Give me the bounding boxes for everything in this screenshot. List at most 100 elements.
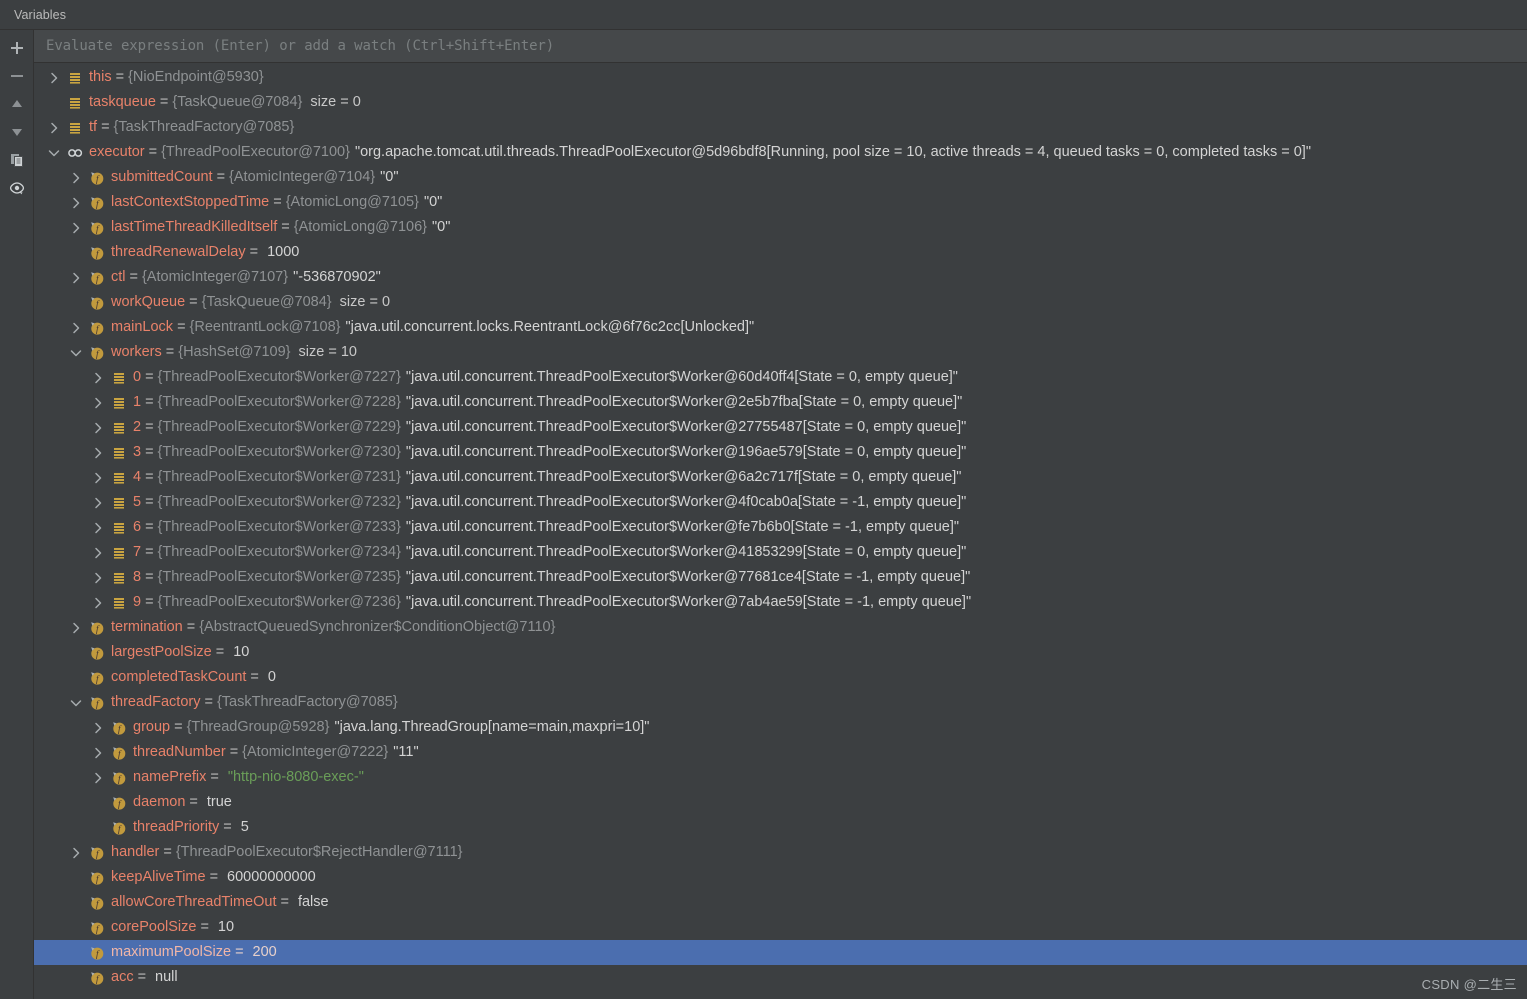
variable-type: {ThreadPoolExecutor$Worker@7236} [157,594,401,610]
equals-sign: = [229,744,239,760]
chevron-right-icon[interactable] [66,620,86,636]
tree-row[interactable]: f daemon = true [34,790,1527,815]
equals-sign: = [145,519,154,535]
local-variable-icon [108,545,130,561]
tree-row[interactable]: f lastContextStoppedTime = {AtomicLong@7105… [34,190,1527,215]
field-icon: f [86,945,108,961]
view-options-button[interactable] [4,175,30,201]
chevron-down-icon[interactable] [66,695,86,711]
tree-row[interactable]: f allowCoreThreadTimeOut = false [34,890,1527,915]
chevron-right-icon[interactable] [88,395,108,411]
tree-row[interactable]: f namePrefix = "http-nio-8080-exec-" [34,765,1527,790]
tree-row[interactable]: f threadPriority = 5 [34,815,1527,840]
tree-row[interactable]: f termination = {AbstractQueuedSynchronizer… [34,615,1527,640]
tree-row[interactable]: executor = {ThreadPoolExecutor@7100} "org.a… [34,140,1527,165]
tree-row[interactable]: f handler = {ThreadPoolExecutor$RejectHandl… [34,840,1527,865]
tree-row[interactable]: f corePoolSize = 10 [34,915,1527,940]
tree-row[interactable]: 5 = {ThreadPoolExecutor$Worker@7232} "java.… [34,490,1527,515]
chevron-right-icon[interactable] [88,470,108,486]
tree-row-selected[interactable]: f maximumPoolSize = 200 [34,940,1527,965]
tree-row[interactable]: 6 = {ThreadPoolExecutor$Worker@7233} "java.… [34,515,1527,540]
chevron-right-icon[interactable] [44,120,64,136]
tree-row[interactable]: 4 = {ThreadPoolExecutor$Worker@7231} "java.… [34,465,1527,490]
chevron-right-icon[interactable] [66,220,86,236]
tree-row[interactable]: f mainLock = {ReentrantLock@7108} "java.util… [34,315,1527,340]
chevron-right-icon[interactable] [44,70,64,86]
tree-row[interactable]: f completedTaskCount = 0 [34,665,1527,690]
variable-type: {AtomicInteger@7107} [141,269,289,285]
tree-row[interactable]: f threadRenewalDelay = 1000 [34,240,1527,265]
tree-row[interactable]: 0 = {ThreadPoolExecutor$Worker@7227} "java.… [34,365,1527,390]
variable-name: daemon [133,794,186,810]
chevron-right-icon[interactable] [88,545,108,561]
equals-sign: = [148,144,158,160]
remove-watch-button[interactable] [4,63,30,89]
variable-name: namePrefix [133,769,207,785]
equals-sign: = [145,444,154,460]
variable-name: maximumPoolSize [111,944,232,960]
variable-name: 8 [133,569,142,585]
evaluate-expression-input[interactable]: Evaluate expression (Enter) or add a wat… [46,38,554,54]
chevron-right-icon[interactable] [88,370,108,386]
chevron-right-icon[interactable] [88,520,108,536]
tree-row[interactable]: 1 = {ThreadPoolExecutor$Worker@7228} "java.… [34,390,1527,415]
tree-row[interactable]: 9 = {ThreadPoolExecutor$Worker@7236} "java.… [34,590,1527,615]
variable-value: "0" [431,219,451,235]
tree-row[interactable]: f group = {ThreadGroup@5928} "java.lang.Thre… [34,715,1527,740]
tree-row[interactable]: f ctl = {AtomicInteger@7107} "-536870902" [34,265,1527,290]
equals-sign: = [137,969,147,985]
tree-row[interactable]: 7 = {ThreadPoolExecutor$Worker@7234} "java.… [34,540,1527,565]
chevron-down-icon[interactable] [44,145,64,161]
chevron-right-icon[interactable] [66,845,86,861]
chevron-right-icon[interactable] [66,195,86,211]
variable-value: 0 [267,669,276,685]
evaluate-expression-bar[interactable]: Evaluate expression (Enter) or add a wat… [34,30,1527,63]
tree-row[interactable]: f workQueue = {TaskQueue@7084} size = 0 [34,290,1527,315]
move-down-button[interactable] [4,119,30,145]
tree-row[interactable]: f largestPoolSize = 10 [34,640,1527,665]
chevron-right-icon[interactable] [88,420,108,436]
tree-row[interactable]: f threadFactory = {TaskThreadFactory@7085} [34,690,1527,715]
variable-value: 10 [217,919,235,935]
chevron-right-icon[interactable] [88,745,108,761]
tree-row[interactable]: f acc = null [34,965,1527,990]
local-variable-icon [108,495,130,511]
tree-row[interactable]: f submittedCount = {AtomicInteger@7104} "0" [34,165,1527,190]
variable-value: "java.lang.ThreadGroup[name=main,maxpri=… [334,719,650,735]
variable-type: {AtomicLong@7105} [285,194,419,210]
equals-sign: = [115,69,125,85]
tab-variables[interactable]: Variables [0,0,76,30]
chevron-right-icon[interactable] [88,720,108,736]
tree-row[interactable]: f keepAliveTime = 60000000000 [34,865,1527,890]
chevron-right-icon[interactable] [88,770,108,786]
tree-row[interactable]: tf = {TaskThreadFactory@7085} [34,115,1527,140]
watch-icon [64,145,86,161]
chevron-right-icon[interactable] [88,570,108,586]
tree-row[interactable]: 2 = {ThreadPoolExecutor$Worker@7229} "java.… [34,415,1527,440]
chevron-right-icon[interactable] [88,445,108,461]
variable-value: "java.util.concurrent.ThreadPoolExecutor… [405,519,960,535]
chevron-right-icon[interactable] [66,270,86,286]
equals-sign: = [189,294,198,310]
field-icon: f [86,670,108,686]
equals-sign: = [249,244,259,260]
chevron-right-icon[interactable] [66,320,86,336]
variables-tree[interactable]: this = {NioEndpoint@5930} taskqueue = {TaskQu… [34,63,1527,999]
chevron-down-icon[interactable] [66,345,86,361]
variable-type: {ThreadPoolExecutor$Worker@7233} [157,519,401,535]
copy-button[interactable] [4,147,30,173]
tree-row[interactable]: this = {NioEndpoint@5930} [34,65,1527,90]
move-up-button[interactable] [4,91,30,117]
tree-row[interactable]: f lastTimeThreadKilledItself = {AtomicLong@… [34,215,1527,240]
tree-row[interactable]: taskqueue = {TaskQueue@7084} size = 0 [34,90,1527,115]
chevron-right-icon[interactable] [88,595,108,611]
chevron-right-icon[interactable] [88,495,108,511]
variable-type: {AbstractQueuedSynchronizer$ConditionObj… [199,619,556,635]
local-variable-icon [108,470,130,486]
tree-row[interactable]: 3 = {ThreadPoolExecutor$Worker@7230} "java.… [34,440,1527,465]
tree-row[interactable]: f workers = {HashSet@7109} size = 10 [34,340,1527,365]
add-watch-button[interactable] [4,35,30,61]
tree-row[interactable]: f threadNumber = {AtomicInteger@7222} "11" [34,740,1527,765]
tree-row[interactable]: 8 = {ThreadPoolExecutor$Worker@7235} "java.… [34,565,1527,590]
chevron-right-icon[interactable] [66,170,86,186]
